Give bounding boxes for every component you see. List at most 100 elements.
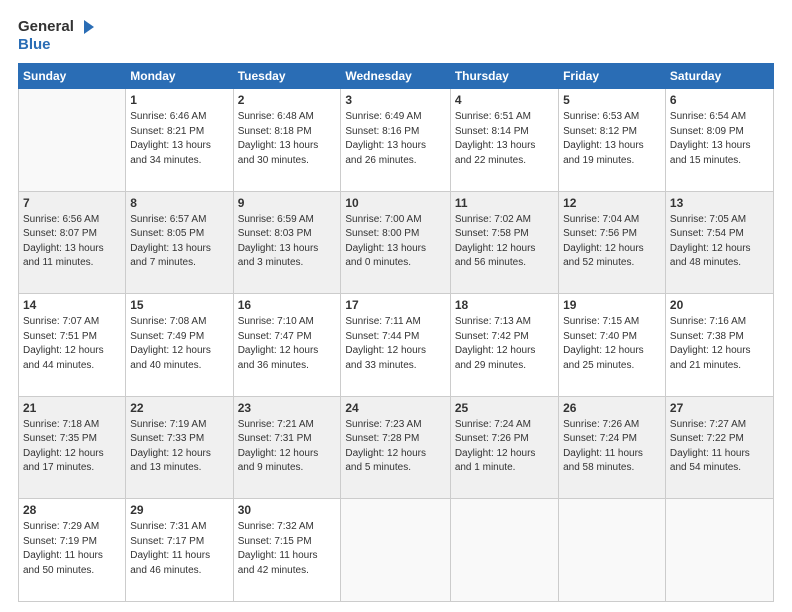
logo-container: General Blue: [18, 18, 94, 53]
day-number: 18: [455, 297, 554, 314]
day-detail: Sunrise: 6:57 AM Sunset: 8:05 PM Dayligh…: [130, 213, 228, 271]
logo-general-text: General: [18, 18, 74, 35]
day-number: 16: [238, 297, 337, 314]
day-detail: Sunrise: 7:08 AM Sunset: 7:49 PM Dayligh…: [130, 315, 228, 373]
cal-cell: 15Sunrise: 7:08 AM Sunset: 7:49 PM Dayli…: [126, 294, 233, 397]
day-number: 5: [563, 92, 661, 109]
cal-cell: 21Sunrise: 7:18 AM Sunset: 7:35 PM Dayli…: [19, 396, 126, 499]
day-detail: Sunrise: 7:31 AM Sunset: 7:17 PM Dayligh…: [130, 520, 228, 578]
cal-cell: 6Sunrise: 6:54 AM Sunset: 8:09 PM Daylig…: [665, 89, 773, 192]
cal-cell: [450, 499, 558, 602]
day-detail: Sunrise: 6:59 AM Sunset: 8:03 PM Dayligh…: [238, 213, 337, 271]
header: General Blue: [18, 18, 774, 53]
day-number: 24: [345, 400, 445, 417]
weekday-header-friday: Friday: [559, 64, 666, 89]
cal-cell: 18Sunrise: 7:13 AM Sunset: 7:42 PM Dayli…: [450, 294, 558, 397]
day-number: 9: [238, 195, 337, 212]
cal-cell: [559, 499, 666, 602]
cal-cell: [341, 499, 450, 602]
day-number: 6: [670, 92, 769, 109]
day-number: 25: [455, 400, 554, 417]
cal-cell: 27Sunrise: 7:27 AM Sunset: 7:22 PM Dayli…: [665, 396, 773, 499]
day-number: 4: [455, 92, 554, 109]
day-number: 10: [345, 195, 445, 212]
cal-cell: 22Sunrise: 7:19 AM Sunset: 7:33 PM Dayli…: [126, 396, 233, 499]
day-detail: Sunrise: 7:02 AM Sunset: 7:58 PM Dayligh…: [455, 213, 554, 271]
day-detail: Sunrise: 7:15 AM Sunset: 7:40 PM Dayligh…: [563, 315, 661, 373]
day-number: 15: [130, 297, 228, 314]
day-number: 13: [670, 195, 769, 212]
cal-cell: 28Sunrise: 7:29 AM Sunset: 7:19 PM Dayli…: [19, 499, 126, 602]
cal-cell: 11Sunrise: 7:02 AM Sunset: 7:58 PM Dayli…: [450, 191, 558, 294]
cal-cell: 13Sunrise: 7:05 AM Sunset: 7:54 PM Dayli…: [665, 191, 773, 294]
day-number: 22: [130, 400, 228, 417]
day-detail: Sunrise: 7:32 AM Sunset: 7:15 PM Dayligh…: [238, 520, 337, 578]
day-detail: Sunrise: 7:18 AM Sunset: 7:35 PM Dayligh…: [23, 418, 121, 476]
day-number: 30: [238, 502, 337, 519]
day-detail: Sunrise: 7:24 AM Sunset: 7:26 PM Dayligh…: [455, 418, 554, 476]
weekday-header-tuesday: Tuesday: [233, 64, 341, 89]
cal-cell: 2Sunrise: 6:48 AM Sunset: 8:18 PM Daylig…: [233, 89, 341, 192]
weekday-header-sunday: Sunday: [19, 64, 126, 89]
day-detail: Sunrise: 6:54 AM Sunset: 8:09 PM Dayligh…: [670, 110, 769, 168]
cal-cell: 14Sunrise: 7:07 AM Sunset: 7:51 PM Dayli…: [19, 294, 126, 397]
day-number: 1: [130, 92, 228, 109]
day-number: 19: [563, 297, 661, 314]
weekday-header-thursday: Thursday: [450, 64, 558, 89]
day-detail: Sunrise: 7:00 AM Sunset: 8:00 PM Dayligh…: [345, 213, 445, 271]
weekday-header-wednesday: Wednesday: [341, 64, 450, 89]
week-row-2: 7Sunrise: 6:56 AM Sunset: 8:07 PM Daylig…: [19, 191, 774, 294]
day-detail: Sunrise: 6:49 AM Sunset: 8:16 PM Dayligh…: [345, 110, 445, 168]
day-detail: Sunrise: 7:10 AM Sunset: 7:47 PM Dayligh…: [238, 315, 337, 373]
day-number: 12: [563, 195, 661, 212]
day-detail: Sunrise: 7:26 AM Sunset: 7:24 PM Dayligh…: [563, 418, 661, 476]
cal-cell: 8Sunrise: 6:57 AM Sunset: 8:05 PM Daylig…: [126, 191, 233, 294]
day-number: 29: [130, 502, 228, 519]
logo-blue-text: Blue: [18, 36, 51, 53]
logo-arrow-icon: [76, 18, 94, 36]
calendar-table: SundayMondayTuesdayWednesdayThursdayFrid…: [18, 63, 774, 602]
cal-cell: 23Sunrise: 7:21 AM Sunset: 7:31 PM Dayli…: [233, 396, 341, 499]
day-detail: Sunrise: 6:53 AM Sunset: 8:12 PM Dayligh…: [563, 110, 661, 168]
day-number: 23: [238, 400, 337, 417]
cal-cell: 3Sunrise: 6:49 AM Sunset: 8:16 PM Daylig…: [341, 89, 450, 192]
day-detail: Sunrise: 7:11 AM Sunset: 7:44 PM Dayligh…: [345, 315, 445, 373]
week-row-4: 21Sunrise: 7:18 AM Sunset: 7:35 PM Dayli…: [19, 396, 774, 499]
cal-cell: 4Sunrise: 6:51 AM Sunset: 8:14 PM Daylig…: [450, 89, 558, 192]
day-number: 27: [670, 400, 769, 417]
cal-cell: 25Sunrise: 7:24 AM Sunset: 7:26 PM Dayli…: [450, 396, 558, 499]
cal-cell: 10Sunrise: 7:00 AM Sunset: 8:00 PM Dayli…: [341, 191, 450, 294]
day-number: 8: [130, 195, 228, 212]
day-number: 20: [670, 297, 769, 314]
day-detail: Sunrise: 7:05 AM Sunset: 7:54 PM Dayligh…: [670, 213, 769, 271]
cal-cell: 9Sunrise: 6:59 AM Sunset: 8:03 PM Daylig…: [233, 191, 341, 294]
day-number: 2: [238, 92, 337, 109]
cal-cell: [665, 499, 773, 602]
cal-cell: 17Sunrise: 7:11 AM Sunset: 7:44 PM Dayli…: [341, 294, 450, 397]
day-detail: Sunrise: 7:19 AM Sunset: 7:33 PM Dayligh…: [130, 418, 228, 476]
cal-cell: 29Sunrise: 7:31 AM Sunset: 7:17 PM Dayli…: [126, 499, 233, 602]
day-detail: Sunrise: 7:21 AM Sunset: 7:31 PM Dayligh…: [238, 418, 337, 476]
day-detail: Sunrise: 6:56 AM Sunset: 8:07 PM Dayligh…: [23, 213, 121, 271]
cal-cell: 7Sunrise: 6:56 AM Sunset: 8:07 PM Daylig…: [19, 191, 126, 294]
day-number: 11: [455, 195, 554, 212]
day-number: 17: [345, 297, 445, 314]
day-detail: Sunrise: 6:46 AM Sunset: 8:21 PM Dayligh…: [130, 110, 228, 168]
logo: General Blue: [18, 18, 94, 53]
cal-cell: 19Sunrise: 7:15 AM Sunset: 7:40 PM Dayli…: [559, 294, 666, 397]
cal-cell: [19, 89, 126, 192]
day-number: 21: [23, 400, 121, 417]
day-detail: Sunrise: 7:16 AM Sunset: 7:38 PM Dayligh…: [670, 315, 769, 373]
day-detail: Sunrise: 7:23 AM Sunset: 7:28 PM Dayligh…: [345, 418, 445, 476]
page: General Blue SundayMondayTuesdayWednesda…: [0, 0, 792, 612]
cal-cell: 24Sunrise: 7:23 AM Sunset: 7:28 PM Dayli…: [341, 396, 450, 499]
day-detail: Sunrise: 7:29 AM Sunset: 7:19 PM Dayligh…: [23, 520, 121, 578]
day-detail: Sunrise: 7:27 AM Sunset: 7:22 PM Dayligh…: [670, 418, 769, 476]
day-detail: Sunrise: 7:07 AM Sunset: 7:51 PM Dayligh…: [23, 315, 121, 373]
day-detail: Sunrise: 7:04 AM Sunset: 7:56 PM Dayligh…: [563, 213, 661, 271]
day-number: 26: [563, 400, 661, 417]
cal-cell: 26Sunrise: 7:26 AM Sunset: 7:24 PM Dayli…: [559, 396, 666, 499]
week-row-5: 28Sunrise: 7:29 AM Sunset: 7:19 PM Dayli…: [19, 499, 774, 602]
cal-cell: 30Sunrise: 7:32 AM Sunset: 7:15 PM Dayli…: [233, 499, 341, 602]
weekday-header-row: SundayMondayTuesdayWednesdayThursdayFrid…: [19, 64, 774, 89]
